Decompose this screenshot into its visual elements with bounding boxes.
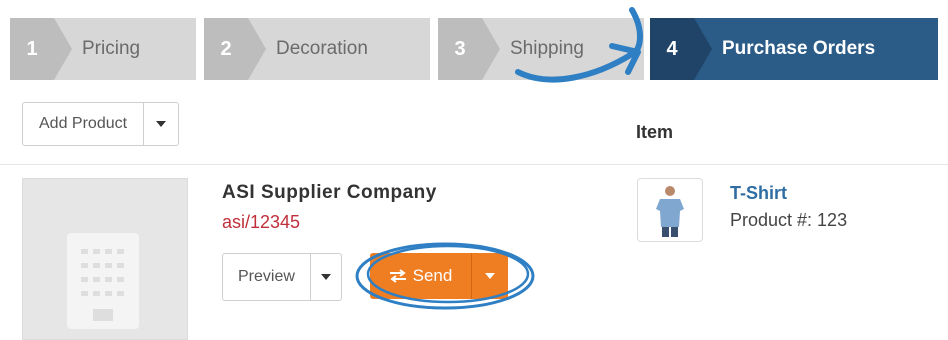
supplier-id: asi/12345 <box>222 212 301 232</box>
product-thumbnail[interactable] <box>637 178 703 242</box>
preview-button-group: Preview <box>222 253 342 301</box>
step-label: Decoration <box>276 38 368 59</box>
supplier-logo-placeholder <box>22 178 188 340</box>
product-number: Product #: 123 <box>730 210 848 230</box>
item-column-header: Item <box>636 122 674 142</box>
caret-down-icon <box>320 274 331 280</box>
step-purchase-orders[interactable]: 4 Purchase Orders <box>650 18 938 80</box>
t-shirt-model-icon <box>656 186 684 237</box>
supplier-name: ASI Supplier Company <box>222 182 437 203</box>
add-product-dropdown-toggle[interactable] <box>143 103 178 145</box>
step-chevron <box>694 18 712 80</box>
building-windows <box>81 249 124 321</box>
product-title-link[interactable]: T-Shirt <box>730 183 787 204</box>
annotation-arrow-icon <box>515 7 643 83</box>
step-chevron <box>248 18 266 80</box>
step-label: Purchase Orders <box>722 38 876 59</box>
add-product-button-group: Add Product <box>22 102 180 146</box>
add-product-button[interactable]: Add Product <box>23 103 143 145</box>
step-pricing[interactable]: 1 Pricing <box>10 18 196 80</box>
preview-button[interactable]: Preview <box>223 254 310 300</box>
step-number: 2 <box>204 18 248 80</box>
step-chevron <box>54 18 72 80</box>
building-icon <box>67 233 139 329</box>
progress-steps: 1 Pricing 2 Decoration 3 Shipping 4 Purc… <box>10 18 938 80</box>
preview-dropdown-toggle[interactable] <box>309 254 341 300</box>
step-number: 1 <box>10 18 54 80</box>
step-chevron <box>482 18 500 80</box>
step-number: 3 <box>438 18 482 80</box>
step-label: Pricing <box>82 38 141 59</box>
annotation-circle-icon <box>355 242 535 310</box>
step-decoration[interactable]: 2 Decoration <box>204 18 430 80</box>
toolbar-row: Add Product Item <box>0 92 948 165</box>
caret-down-icon <box>156 121 167 127</box>
